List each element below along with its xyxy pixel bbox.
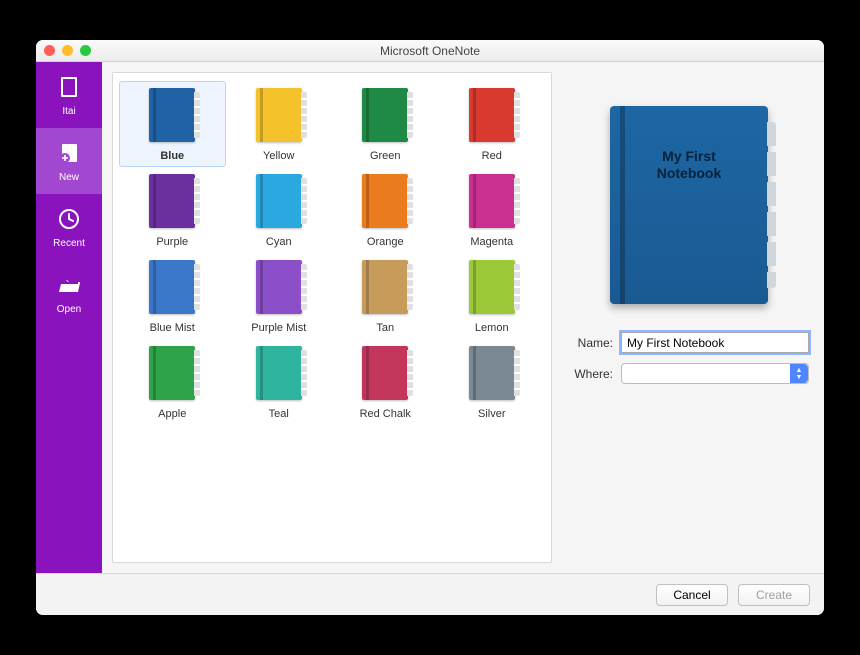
main: Blue Yellow Green Red Purple Cyan Orange Magent… [102,62,824,573]
color-swatch[interactable]: Cyan [226,167,333,253]
notebook-cover-icon [362,346,408,400]
swatch-label: Blue Mist [150,322,195,334]
swatch-label: Magenta [470,236,513,248]
notebook-cover-icon [149,174,195,228]
sidebar-item-label: Recent [53,238,85,249]
notebook-cover-icon [362,88,408,142]
notebook-cover-icon [469,260,515,314]
notebook-cover-icon [362,260,408,314]
swatch-label: Tan [376,322,394,334]
body: Itai New Recent Open [36,62,824,573]
notebook-preview-title: My First Notebook [639,148,739,182]
sidebar-item-label: New [59,172,79,183]
color-swatch[interactable]: Red [439,81,546,167]
swatch-label: Cyan [266,236,292,248]
notebook-cover-icon [469,346,515,400]
sidebar: Itai New Recent Open [36,62,102,573]
cancel-button[interactable]: Cancel [656,584,728,606]
color-swatch[interactable]: Tan [332,253,439,339]
sidebar-item-label: Itai [62,106,75,117]
zoom-window-button[interactable] [80,45,91,56]
color-swatch[interactable]: Blue Mist [119,253,226,339]
notebook-cover-icon [149,88,195,142]
notebook-cover-icon [469,88,515,142]
notebook-cover-icon [256,174,302,228]
name-label: Name: [569,336,621,350]
color-swatch[interactable]: Yellow [226,81,333,167]
swatch-label: Green [370,150,401,162]
sidebar-item-new[interactable]: New [36,128,102,194]
notebook-cover-icon [256,346,302,400]
color-swatch[interactable]: Magenta [439,167,546,253]
close-window-button[interactable] [44,45,55,56]
color-swatch[interactable]: Green [332,81,439,167]
color-swatch[interactable]: Teal [226,339,333,425]
color-swatch[interactable]: Red Chalk [332,339,439,425]
notebook-cover-icon [362,174,408,228]
clock-icon [55,205,83,233]
window-title: Microsoft OneNote [380,44,480,58]
window: Microsoft OneNote Itai New Recent [36,40,824,615]
swatch-label: Purple Mist [251,322,306,334]
cancel-button-label: Cancel [673,588,710,602]
color-palette: Blue Yellow Green Red Purple Cyan Orange Magent… [112,72,552,563]
notebook-cover-icon [256,88,302,142]
color-swatch[interactable]: Orange [332,167,439,253]
swatch-label: Purple [156,236,188,248]
footer: Cancel Create [36,573,824,615]
new-notebook-icon [55,139,83,167]
swatch-label: Teal [269,408,289,420]
sidebar-item-label: Open [57,304,81,315]
traffic-lights [44,45,91,56]
sidebar-item-account[interactable]: Itai [36,62,102,128]
color-swatch[interactable]: Silver [439,339,546,425]
swatch-label: Yellow [263,150,294,162]
color-swatch[interactable]: Lemon [439,253,546,339]
create-button[interactable]: Create [738,584,810,606]
preview-pane: My First Notebook Name: Where: ▲▼ [564,72,814,563]
sidebar-item-open[interactable]: Open [36,260,102,326]
notebook-preview: My First Notebook [610,106,768,304]
notebook-icon [55,73,83,101]
minimize-window-button[interactable] [62,45,73,56]
swatch-label: Lemon [475,322,509,334]
name-input[interactable] [621,332,809,353]
combobox-arrows-icon: ▲▼ [790,364,808,383]
swatch-label: Silver [478,408,506,420]
notebook-preview-tabs [767,122,776,288]
titlebar: Microsoft OneNote [36,40,824,62]
create-button-label: Create [756,588,792,602]
create-form: Name: Where: ▲▼ [569,332,809,384]
notebook-cover-icon [469,174,515,228]
where-select[interactable]: ▲▼ [621,363,809,384]
color-swatch[interactable]: Apple [119,339,226,425]
notebook-cover-icon [149,346,195,400]
color-swatch[interactable]: Purple Mist [226,253,333,339]
color-swatch[interactable]: Purple [119,167,226,253]
sidebar-item-recent[interactable]: Recent [36,194,102,260]
folder-open-icon [55,271,83,299]
notebook-cover-icon [256,260,302,314]
swatch-label: Red Chalk [360,408,411,420]
where-label: Where: [569,367,621,381]
notebook-cover-icon [149,260,195,314]
swatch-label: Apple [158,408,186,420]
swatch-label: Red [482,150,502,162]
swatch-label: Orange [367,236,404,248]
color-swatch[interactable]: Blue [119,81,226,167]
swatch-label: Blue [160,150,184,162]
